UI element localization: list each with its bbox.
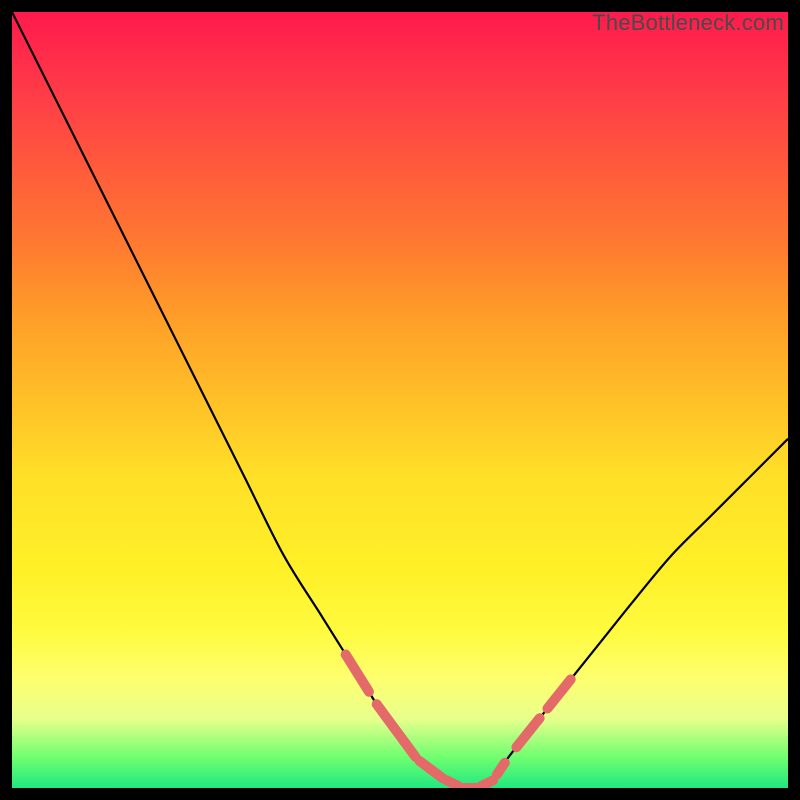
highlight-segment: [377, 704, 416, 757]
highlight-segment: [346, 655, 369, 692]
highlight-segment: [447, 780, 459, 786]
curve-svg: [12, 12, 788, 788]
highlight-segment: [547, 679, 570, 708]
bottleneck-curve: [12, 12, 788, 788]
highlight-segment: [419, 761, 442, 778]
highlight-segment: [497, 763, 505, 775]
highlight-segment: [481, 780, 493, 786]
highlight-segments: [346, 655, 571, 788]
highlight-segment: [516, 718, 539, 747]
chart-plot-area: [12, 12, 788, 788]
